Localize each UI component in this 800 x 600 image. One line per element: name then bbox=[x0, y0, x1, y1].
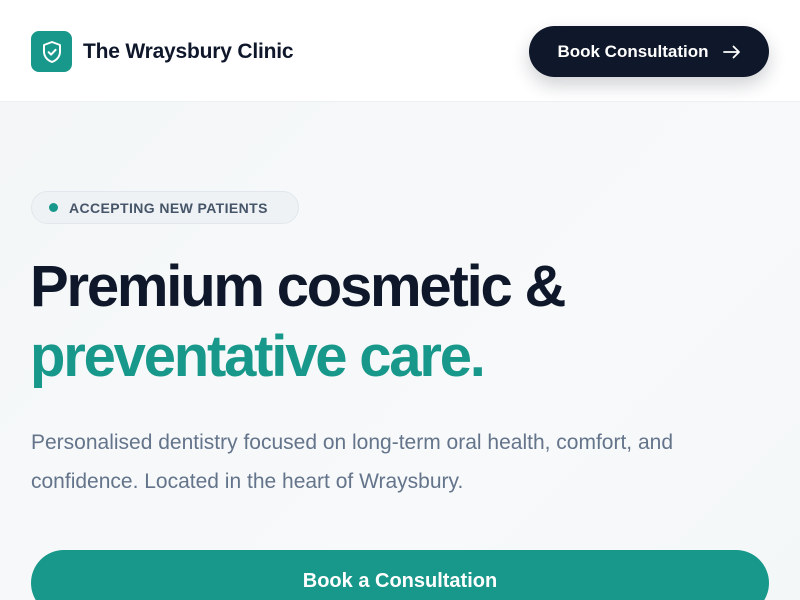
site-header: The Wraysbury Clinic Book Consultation bbox=[0, 0, 800, 102]
headline-line-2: preventative care. bbox=[30, 324, 486, 389]
book-consultation-button[interactable]: Book Consultation bbox=[529, 26, 769, 77]
arrow-right-icon bbox=[722, 45, 741, 59]
hero-headline: Premium cosmetic & preventative care. bbox=[30, 252, 566, 392]
brand[interactable]: The Wraysbury Clinic bbox=[31, 31, 294, 72]
shield-check-icon bbox=[31, 31, 72, 72]
page: The Wraysbury Clinic Book Consultation A… bbox=[0, 0, 800, 600]
book-a-consultation-button[interactable]: Book a Consultation bbox=[31, 550, 769, 600]
headline-line-1: Premium cosmetic & bbox=[30, 254, 566, 319]
status-dot-icon bbox=[49, 203, 58, 212]
book-a-consultation-label: Book a Consultation bbox=[302, 570, 498, 592]
book-consultation-label: Book Consultation bbox=[557, 41, 709, 61]
badge-text: ACCEPTING NEW PATIENTS bbox=[69, 199, 268, 216]
hero-subtext: Personalised dentistry focused on long-t… bbox=[31, 431, 674, 493]
brand-name: The Wraysbury Clinic bbox=[83, 39, 294, 63]
status-badge: ACCEPTING NEW PATIENTS bbox=[31, 191, 299, 224]
